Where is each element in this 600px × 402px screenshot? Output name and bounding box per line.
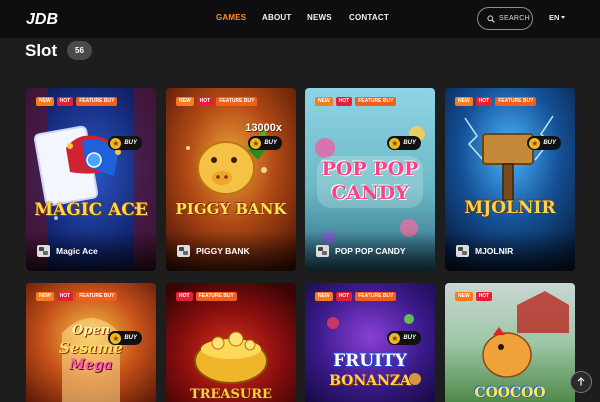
tag-list: NEW HOT FEATURE BUY [176, 97, 258, 106]
buy-badge: ★ BUY [108, 136, 142, 150]
search-button[interactable]: SEARCH [477, 7, 533, 30]
arrow-up-icon [577, 373, 585, 391]
game-art-title: TREASURE [190, 387, 272, 402]
language-label: EN [549, 13, 560, 22]
multiplier-text: 13000x [245, 122, 282, 134]
buy-badge: ★ BUY [108, 331, 142, 345]
buy-label: BUY [403, 335, 416, 341]
game-card-piggy-bank[interactable]: 13000x PIGGY BANK NEW HOT FEATURE BUY ★ … [166, 88, 296, 271]
nav-games[interactable]: GAMES [216, 13, 246, 22]
card-name-row: Magic Ace [37, 245, 98, 257]
buy-label: BUY [124, 140, 137, 146]
feature-buy-tag: FEATURE BUY [195, 292, 237, 301]
hot-tag: HOT [56, 97, 74, 106]
feature-buy-tag: FEATURE BUY [495, 97, 537, 106]
star-coin-icon: ★ [110, 137, 122, 149]
card-name-row: POP POP CANDY [316, 245, 406, 257]
star-coin-icon: ★ [389, 332, 401, 344]
feature-buy-tag: FEATURE BUY [355, 97, 397, 106]
buy-label: BUY [403, 140, 416, 146]
buy-label: BUY [264, 140, 277, 146]
feature-buy-tag: FEATURE BUY [76, 292, 118, 301]
tag-list: NEW HOT FEATURE BUY [315, 97, 397, 106]
hot-tag: HOT [176, 292, 193, 301]
tag-list: NEW HOT FEATURE BUY [36, 292, 118, 301]
new-tag: NEW [455, 292, 473, 301]
game-card-coocoo[interactable]: COOCOO NEW HOT [445, 283, 575, 402]
tag-list: NEW HOT FEATURE BUY [36, 97, 118, 106]
game-art-title: POP POP [321, 158, 419, 180]
buy-label: BUY [543, 140, 556, 146]
game-card-treasure[interactable]: TREASURE HOT FEATURE BUY [166, 283, 296, 402]
game-card-magic-ace[interactable]: MAGIC ACE NEW HOT FEATURE BUY ★ BUY Magi… [26, 88, 156, 271]
game-art-title: MAGIC ACE [34, 200, 148, 220]
new-tag: NEW [36, 292, 54, 301]
game-art-label: Mega [69, 357, 113, 373]
game-art-subtitle: BONANZA [329, 373, 411, 389]
scroll-to-top-button[interactable] [570, 371, 592, 393]
tag-list: NEW HOT [455, 292, 493, 301]
buy-badge: ★ BUY [527, 136, 561, 150]
star-coin-icon: ★ [250, 137, 262, 149]
game-card-pop-pop-candy[interactable]: POP POP CANDY NEW HOT FEATURE BUY ★ BUY … [305, 88, 435, 271]
slot-game-icon [177, 245, 190, 257]
game-art-title: MJOLNIR [464, 198, 556, 218]
new-tag: NEW [455, 97, 473, 106]
hot-tag: HOT [475, 292, 493, 301]
star-coin-icon: ★ [529, 137, 541, 149]
feature-buy-tag: FEATURE BUY [76, 97, 118, 106]
search-label: SEARCH [499, 15, 530, 22]
feature-buy-tag: FEATURE BUY [216, 97, 258, 106]
language-selector[interactable]: EN [549, 13, 566, 22]
feature-buy-tag: FEATURE BUY [355, 292, 397, 301]
hot-tag: HOT [475, 97, 493, 106]
new-tag: NEW [36, 97, 54, 106]
new-tag: NEW [315, 97, 333, 106]
game-art-title: COOCOO [474, 385, 546, 401]
tag-list: HOT FEATURE BUY [176, 292, 237, 301]
game-card-open-sesame-mega[interactable]: Open Sesame Mega NEW HOT FEATURE BUY ★ B… [26, 283, 156, 402]
star-coin-icon: ★ [389, 137, 401, 149]
game-card-mjolnir[interactable]: MJOLNIR NEW HOT FEATURE BUY ★ BUY MJOLNI… [445, 88, 575, 271]
new-tag: NEW [176, 97, 194, 106]
nav-news[interactable]: NEWS [307, 13, 332, 22]
search-icon [487, 10, 495, 28]
game-name: PIGGY BANK [196, 246, 250, 256]
chevron-down-icon [561, 16, 566, 19]
hot-tag: HOT [196, 97, 214, 106]
game-card-fruity-bonanza[interactable]: FRUITY BONANZA NEW HOT FEATURE BUY ★ BUY [305, 283, 435, 402]
hot-tag: HOT [56, 292, 74, 301]
nav-contact[interactable]: CONTACT [349, 13, 389, 22]
game-name: MJOLNIR [475, 246, 514, 256]
game-name: POP POP CANDY [335, 246, 406, 256]
game-count-badge: 56 [67, 41, 92, 60]
nav-about[interactable]: ABOUT [262, 13, 291, 22]
section-title: Slot [25, 41, 58, 60]
card-name-row: MJOLNIR [456, 245, 513, 257]
buy-badge: ★ BUY [387, 136, 421, 150]
game-art-subtitle: CANDY [331, 182, 409, 204]
new-tag: NEW [315, 292, 333, 301]
tag-list: NEW HOT FEATURE BUY [315, 292, 397, 301]
jdb-logo[interactable]: JDB [26, 8, 60, 28]
hot-tag: HOT [335, 292, 353, 301]
game-name: Magic Ace [56, 246, 98, 256]
slot-game-icon [37, 245, 50, 257]
card-name-row: PIGGY BANK [177, 245, 250, 257]
logo-text: JDB [26, 11, 58, 28]
top-nav-bar: JDB GAMES ABOUT NEWS CONTACT SEARCH EN [0, 0, 600, 38]
game-art-title: FRUITY [333, 351, 407, 371]
slot-game-icon [456, 245, 469, 257]
hot-tag: HOT [335, 97, 353, 106]
buy-label: BUY [124, 335, 137, 341]
buy-badge: ★ BUY [387, 331, 421, 345]
buy-badge: ★ BUY [248, 136, 282, 150]
tag-list: NEW HOT FEATURE BUY [455, 97, 537, 106]
slot-game-icon [316, 245, 329, 257]
game-art-title: PIGGY BANK [175, 200, 287, 218]
star-coin-icon: ★ [110, 332, 122, 344]
